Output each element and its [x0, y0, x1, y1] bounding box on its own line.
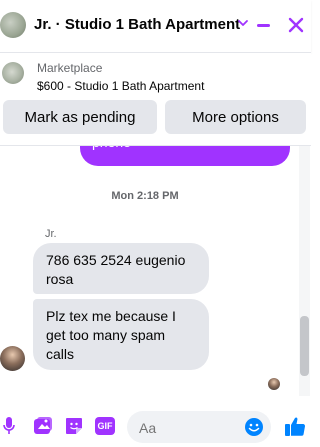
listing-title[interactable]: $600 - Studio 1 Bath Apartment — [37, 79, 204, 93]
sender-avatar[interactable] — [0, 346, 25, 371]
message-composer: GIF — [0, 400, 311, 447]
message-list[interactable]: phone Mon 2:18 PM Jr. 786 635 2524 eugen… — [0, 146, 311, 396]
minimize-icon[interactable] — [257, 24, 270, 27]
outgoing-message[interactable]: phone — [80, 146, 290, 166]
incoming-message[interactable]: Plz tex me because I get too many spam c… — [33, 299, 209, 370]
microphone-icon[interactable] — [2, 416, 16, 436]
scrollbar-thumb[interactable] — [300, 316, 309, 376]
mark-as-pending-button[interactable]: Mark as pending — [3, 100, 157, 134]
marketplace-label: Marketplace — [37, 61, 103, 75]
seen-receipt-avatar — [268, 378, 280, 390]
sender-name: Jr. — [45, 228, 57, 240]
sticker-icon[interactable] — [64, 416, 84, 436]
close-icon[interactable] — [285, 14, 307, 36]
emoji-icon[interactable] — [244, 417, 264, 437]
chat-header: Jr. · Studio 1 Bath Apartment — [0, 0, 311, 53]
outgoing-message-text: phone — [92, 146, 131, 150]
more-options-button[interactable]: More options — [165, 100, 306, 134]
marketplace-banner: Marketplace $600 - Studio 1 Bath Apartme… — [0, 53, 311, 146]
incoming-message[interactable]: 786 635 2524 eugenio rosa — [33, 243, 209, 294]
listing-thumbnail[interactable] — [2, 62, 24, 84]
photo-icon[interactable] — [33, 416, 53, 436]
message-input[interactable] — [137, 411, 251, 445]
conversation-title[interactable]: Jr. · Studio 1 Bath Apartment — [34, 16, 240, 33]
thumbs-up-icon[interactable] — [284, 415, 306, 437]
message-timestamp: Mon 2:18 PM — [111, 190, 179, 202]
contact-avatar[interactable] — [0, 12, 26, 38]
chevron-down-icon[interactable] — [236, 16, 250, 30]
gif-icon[interactable]: GIF — [95, 417, 115, 435]
